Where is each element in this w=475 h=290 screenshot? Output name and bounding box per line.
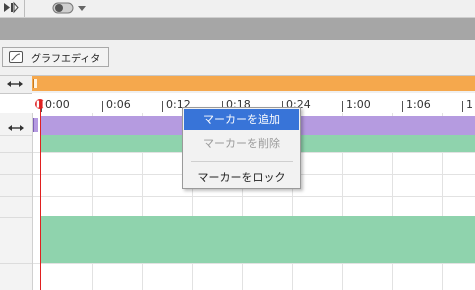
row-line [0,263,32,264]
row-line [0,174,32,175]
ruler-tick [402,101,403,112]
menu-item-add-marker[interactable]: マーカーを追加 [184,109,299,130]
menu-item-delete-marker[interactable]: マーカーを削除 [184,133,299,154]
ruler-label: 1:00 [346,98,371,111]
row-line [0,217,32,218]
ruler-tick [462,101,463,112]
graph-editor-button[interactable]: グラフエディタ [2,47,109,67]
ruler-tick [102,101,103,112]
top-toolbar [0,0,475,18]
context-menu: マーカーを追加 マーカーを削除 マーカーをロック [182,107,301,189]
menu-separator [191,161,293,162]
row-line [33,196,475,197]
expand-horizontal-icon[interactable] [7,123,25,133]
toolbar-divider [24,0,25,17]
row-line [33,263,475,264]
toggle-switch-icon[interactable] [52,2,74,14]
row-line [0,152,32,153]
playhead-line[interactable] [40,103,41,290]
track-header-column [0,113,33,290]
playhead-handle[interactable]: ❚❚ [35,99,47,109]
dropdown-arrow-icon[interactable] [76,2,88,14]
panel-header-band [0,18,475,40]
graph-editor-label: グラフエディタ [31,53,101,65]
green-clip-track-large[interactable] [41,216,475,263]
marker-track-handle[interactable] [33,79,37,88]
row-line [0,196,32,197]
ruler-label: 0:00 [45,98,70,111]
marker-track[interactable] [32,76,475,91]
pause-icon: ❚❚ [35,100,47,108]
purple-clip-handle[interactable] [33,118,38,132]
ruler-tick [342,101,343,112]
row-line [0,135,32,136]
menu-item-lock-marker[interactable]: マーカーをロック [184,167,299,188]
graph-editor-icon [9,51,23,63]
ruler-label: 0:06 [106,98,131,111]
expand-horizontal-icon[interactable] [6,79,24,89]
ruler-label: 1:06 [406,98,431,111]
ruler-tick [162,101,163,112]
ruler-label: 1 [466,98,473,111]
play-step-icon[interactable] [2,1,20,14]
